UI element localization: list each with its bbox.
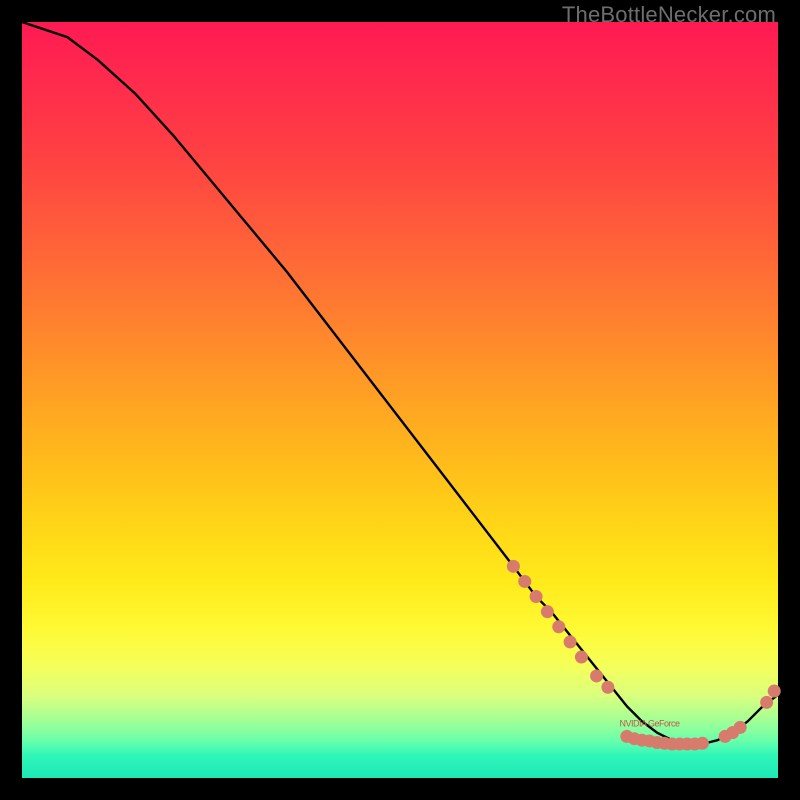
data-marker (575, 651, 588, 664)
data-marker (601, 681, 614, 694)
data-marker (518, 575, 531, 588)
data-marker (564, 635, 577, 648)
data-marker (760, 696, 773, 709)
curve-line (22, 22, 778, 744)
data-marker (696, 737, 709, 750)
data-marker (590, 669, 603, 682)
data-marker (530, 590, 543, 603)
data-marker (734, 721, 747, 734)
chart-frame: TheBottleNecker.com NVIDIA GeForce (0, 0, 800, 800)
data-marker (541, 605, 554, 618)
data-marker (507, 560, 520, 573)
chart-overlay: NVIDIA GeForce (22, 22, 778, 778)
annotation-label: NVIDIA GeForce (619, 719, 680, 729)
data-marker (768, 685, 781, 698)
annotation-group: NVIDIA GeForce (619, 719, 680, 729)
data-marker (552, 620, 565, 633)
